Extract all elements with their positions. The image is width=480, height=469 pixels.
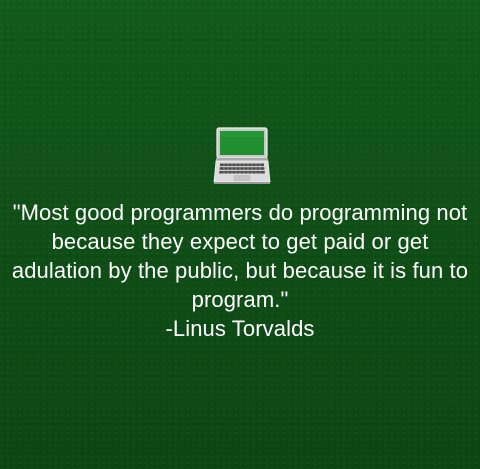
quote-line: adulation by the public, but because it … [11,258,469,283]
page: { "icon": { "name": "laptop-icon", "scre… [0,0,480,469]
laptop-icon [213,126,271,186]
quote-line: "Most good programmers do programming no… [12,200,468,225]
quote-line: program." [191,287,289,312]
quote-line: because they expect to get paid or get [51,229,429,254]
quote-block: "Most good programmers do programming no… [0,198,480,343]
quote-author: -Linus Torvalds [165,316,315,341]
